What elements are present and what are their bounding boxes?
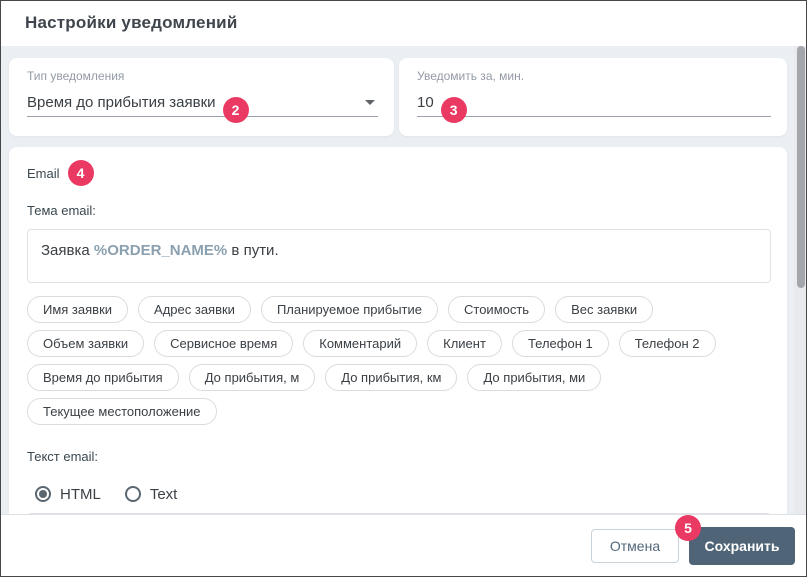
notification-type-select[interactable]: Время до прибытия заявки 2 [27, 88, 378, 117]
save-button[interactable]: Сохранить 5 [689, 527, 795, 565]
email-variable-chip[interactable]: Сервисное время [154, 330, 293, 357]
email-section-label: Email [27, 166, 60, 181]
subject-text-prefix: Заявка [41, 242, 94, 259]
email-variable-chips: Имя заявки Адрес заявки Планируемое прибыт… [27, 296, 775, 425]
email-variable-chip[interactable]: Время до прибытия [27, 364, 179, 391]
email-variable-chip[interactable]: Стоимость [448, 296, 545, 323]
email-variable-chip[interactable]: Адрес заявки [138, 296, 251, 323]
format-radio-html[interactable]: HTML [35, 486, 101, 503]
email-body-label: Текст email: [27, 449, 769, 464]
email-variable-chip[interactable]: Объем заявки [27, 330, 144, 357]
step-badge-5: 5 [675, 515, 701, 541]
scrollbar-thumb[interactable] [797, 46, 805, 288]
email-variable-chip[interactable]: До прибытия, км [325, 364, 457, 391]
email-variable-chip[interactable]: Вес заявки [555, 296, 653, 323]
step-badge-3: 3 [441, 97, 467, 123]
format-radio-text[interactable]: Text [125, 486, 178, 503]
chevron-down-icon [365, 100, 375, 105]
save-button-label: Сохранить [705, 538, 780, 554]
notify-minutes-input[interactable]: 10 3 [417, 88, 771, 117]
dialog-footer: Отмена Сохранить 5 [1, 514, 806, 576]
dialog-title: Настройки уведомлений [25, 13, 237, 33]
format-radio-text-label: Text [150, 486, 178, 503]
email-variable-chip[interactable]: Текущее местоположение [27, 398, 217, 425]
notify-minutes-value: 10 [417, 94, 434, 111]
format-radio-html-label: HTML [60, 486, 101, 503]
dialog-header: Настройки уведомлений [1, 1, 806, 46]
notification-type-label: Тип уведомления [27, 69, 378, 83]
subject-text-suffix: в пути. [227, 242, 278, 259]
email-variable-chip[interactable]: Планируемое прибытие [261, 296, 438, 323]
email-subject-input[interactable]: Заявка %ORDER_NAME% в пути. [27, 229, 771, 283]
email-subject-label: Тема email: [27, 203, 769, 218]
email-variable-chip[interactable]: Телефон 2 [619, 330, 716, 357]
email-section-header: Email 4 [27, 159, 769, 187]
email-variable-chip[interactable]: Клиент [427, 330, 502, 357]
email-variable-chip[interactable]: До прибытия, ми [467, 364, 601, 391]
radio-icon [35, 486, 51, 502]
notification-type-card: Тип уведомления Время до прибытия заявки… [9, 58, 394, 136]
radio-icon [125, 486, 141, 502]
email-format-radio-group: HTML Text [35, 483, 769, 505]
scrollbar-track[interactable] [794, 46, 806, 514]
notification-type-value: Время до прибытия заявки [27, 94, 216, 111]
email-variable-chip[interactable]: Телефон 1 [512, 330, 609, 357]
notify-minutes-card: Уведомить за, мин. 10 3 [399, 58, 787, 136]
email-variable-chip[interactable]: До прибытия, м [189, 364, 316, 391]
notification-settings-dialog: Настройки уведомлений Тип уведомления Вр… [0, 0, 807, 577]
step-badge-2: 2 [223, 97, 249, 123]
email-variable-chip[interactable]: Имя заявки [27, 296, 128, 323]
subject-variable-token: %ORDER_NAME% [94, 242, 227, 259]
notify-minutes-label: Уведомить за, мин. [417, 69, 771, 83]
step-badge-4: 4 [68, 160, 94, 186]
email-section-card: Email 4 Тема email: Заявка %ORDER_NAME% … [9, 147, 787, 577]
cancel-button[interactable]: Отмена [591, 529, 679, 563]
email-variable-chip[interactable]: Комментарий [303, 330, 417, 357]
